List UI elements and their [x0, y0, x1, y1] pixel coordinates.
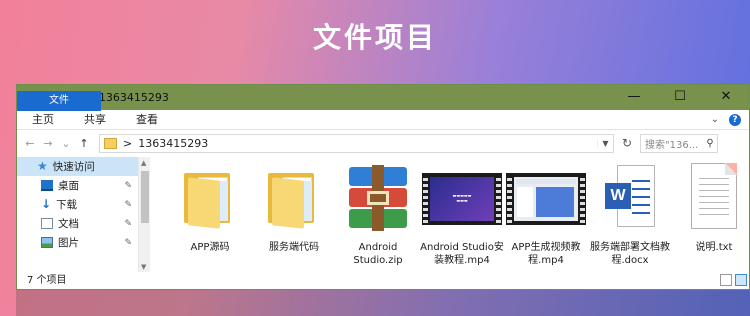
minimize-button[interactable]: — — [611, 85, 657, 110]
file-name: 服务端部署文档教程.docx — [590, 242, 670, 266]
nav-item-documents[interactable]: 文档 ✎ — [17, 214, 138, 233]
nav-item-quick-access[interactable]: ★ 快速访问 — [17, 157, 138, 176]
recent-locations-icon[interactable]: ⌄ — [59, 137, 73, 150]
tab-home[interactable]: 主页 — [17, 110, 69, 129]
folder-icon — [252, 163, 336, 233]
pin-icon: ✎ — [124, 180, 132, 191]
help-icon[interactable]: ? — [729, 113, 741, 126]
address-bar[interactable]: > 1363415293 ▼ — [99, 133, 614, 153]
desktop-icon — [41, 180, 53, 191]
search-placeholder: 搜索"136... — [645, 139, 699, 151]
nav-item-downloads[interactable]: ↓ 下载 ✎ — [17, 195, 138, 214]
bottom-shadow-strip — [16, 290, 750, 316]
large-icons-view-icon[interactable] — [735, 274, 747, 286]
maximize-button[interactable]: ☐ — [657, 85, 703, 110]
nav-item-label: 图片 — [58, 237, 79, 249]
scrollbar-thumb[interactable] — [141, 171, 149, 223]
folder-icon — [168, 163, 252, 233]
file-item[interactable]: Android Studio.zip — [336, 163, 420, 267]
close-button[interactable]: ✕ — [703, 85, 749, 110]
address-row: ← → ⌄ ↑ > 1363415293 ▼ ↻ 搜索"136... ⚲ — [17, 130, 749, 156]
nav-scrollbar[interactable]: ▲ ▼ — [138, 157, 150, 273]
refresh-icon[interactable]: ↻ — [618, 136, 636, 150]
ribbon-tabs: 文件 主页 共享 查看 ⌄ ? — [17, 91, 749, 130]
file-item[interactable]: APP生成视频教程.mp4 — [504, 163, 588, 267]
window-title: 1363415293 — [98, 91, 169, 104]
path-segment[interactable]: 1363415293 — [138, 137, 208, 150]
pin-icon: ✎ — [124, 237, 132, 248]
nav-item-label: 桌面 — [58, 180, 79, 192]
search-icon[interactable]: ⚲ — [703, 138, 717, 149]
nav-item-label: 下载 — [56, 199, 78, 211]
folder-icon — [104, 137, 117, 149]
nav-item-label: 文档 — [58, 218, 79, 230]
file-item[interactable]: W 服务端部署文档教程.docx — [588, 163, 672, 267]
word-document-icon: W — [588, 163, 672, 233]
up-icon[interactable]: ↑ — [77, 137, 91, 150]
archive-icon — [336, 163, 420, 233]
pin-icon: ✎ — [124, 218, 132, 229]
star-icon: ★ — [37, 159, 48, 173]
address-dropdown-icon[interactable]: ▼ — [597, 138, 613, 148]
video-icon: ▬▬▬▬▬ ▬▬▬ — [420, 163, 504, 233]
nav-item-label: 快速访问 — [52, 161, 95, 173]
status-bar: 7 个项目 — [17, 272, 749, 289]
document-icon — [41, 218, 53, 229]
text-file-icon — [672, 163, 749, 233]
file-item[interactable]: 服务端代码 — [252, 163, 336, 254]
scroll-up-icon[interactable]: ▲ — [141, 159, 146, 167]
title-bar: ↶ ▾ 1363415293 — ☐ ✕ — [17, 85, 749, 110]
pictures-icon — [41, 237, 53, 248]
path-separator: > — [123, 136, 133, 150]
back-icon[interactable]: ← — [23, 137, 37, 150]
file-item[interactable]: 说明.txt — [672, 163, 749, 254]
file-explorer-window: ↶ ▾ 1363415293 — ☐ ✕ 文件 主页 共享 查看 ⌄ ? ← →… — [16, 84, 750, 290]
file-name: Android Studio.zip — [353, 242, 403, 266]
nav-item-pictures[interactable]: 图片 ✎ — [17, 233, 138, 252]
forward-icon[interactable]: → — [41, 137, 55, 150]
pin-icon: ✎ — [124, 199, 132, 210]
search-input[interactable]: 搜索"136... ⚲ — [640, 133, 718, 153]
tab-share[interactable]: 共享 — [69, 110, 121, 129]
video-icon — [504, 163, 588, 233]
tab-file[interactable]: 文件 — [17, 91, 101, 111]
item-count: 7 个项目 — [27, 275, 67, 286]
expand-ribbon-icon[interactable]: ⌄ — [711, 114, 719, 125]
tab-view[interactable]: 查看 — [121, 110, 173, 129]
details-view-icon[interactable] — [720, 274, 732, 286]
scroll-down-icon[interactable]: ▼ — [141, 263, 146, 271]
banner-title: 文件项目 — [312, 21, 437, 54]
file-item[interactable]: APP源码 — [168, 163, 252, 254]
file-list: APP源码 服务端代码 Android Studio.zip ▬▬▬▬▬ ▬▬▬ … — [150, 157, 749, 273]
file-name: APP生成视频教程.mp4 — [511, 242, 581, 266]
navigation-pane: ★ 快速访问 桌面 ✎ ↓ 下载 ✎ 文档 ✎ 图片 ✎ — [17, 157, 138, 273]
nav-item-desktop[interactable]: 桌面 ✎ — [17, 176, 138, 195]
file-name: 服务端代码 — [269, 242, 319, 253]
file-item[interactable]: ▬▬▬▬▬ ▬▬▬ Android Studio安装教程.mp4 — [420, 163, 504, 267]
file-name: APP源码 — [190, 242, 230, 253]
file-name: Android Studio安装教程.mp4 — [420, 242, 504, 266]
download-icon: ↓ — [41, 197, 52, 211]
file-name: 说明.txt — [695, 242, 733, 253]
content-area: ★ 快速访问 桌面 ✎ ↓ 下载 ✎ 文档 ✎ 图片 ✎ ▲ ▼ APP源码 服… — [17, 157, 749, 273]
